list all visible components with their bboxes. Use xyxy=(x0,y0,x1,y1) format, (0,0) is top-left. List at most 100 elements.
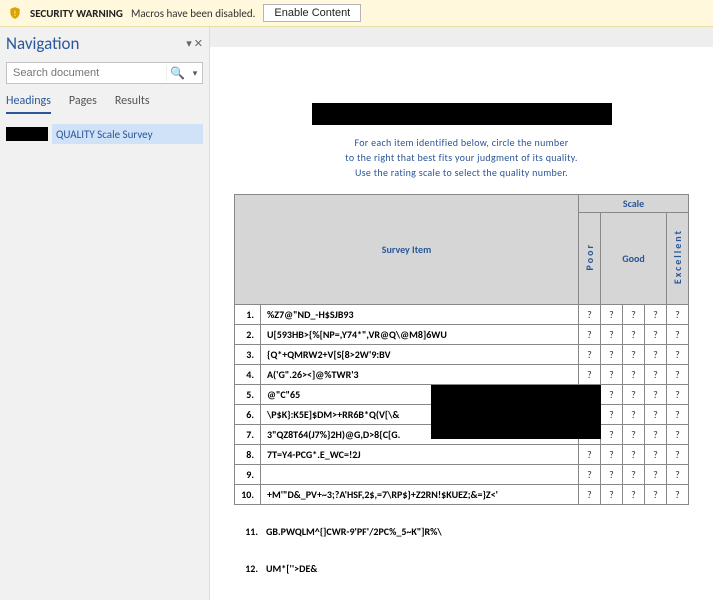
table-row: 6.\P$K}:K5E]$DM>+RR6B*Q(V[\&????? xyxy=(235,405,689,425)
search-input-wrap[interactable]: 🔍 ▾ xyxy=(6,62,203,84)
scale-cell: ? xyxy=(578,365,600,385)
table-row: 4.A('G".26><]@%TWR'3????? xyxy=(235,365,689,385)
scale-cell: ? xyxy=(622,425,644,445)
scale-cell: ? xyxy=(666,425,688,445)
scale-cell: ? xyxy=(600,325,622,345)
scale-cell: ? xyxy=(600,485,622,505)
row-text: A('G".26><]@%TWR'3 xyxy=(261,365,579,385)
row-text xyxy=(261,465,579,485)
scale-cell: ? xyxy=(578,345,600,365)
row-number: 2. xyxy=(235,325,261,345)
document-area[interactable]: For each item identified below, circle t… xyxy=(210,27,713,600)
row-number: 11. xyxy=(234,525,258,538)
scale-cell: ? xyxy=(622,325,644,345)
scale-cell: ? xyxy=(622,365,644,385)
enable-content-button[interactable]: Enable Content xyxy=(263,4,361,22)
scale-cell: ? xyxy=(644,485,666,505)
search-dropdown-icon[interactable]: ▾ xyxy=(188,68,202,79)
table-row: 3.{Q*+QMRW2+V[S[8>2W'9:BV????? xyxy=(235,345,689,365)
scale-cell: ? xyxy=(600,445,622,465)
row-text: \P$K}:K5E]$DM>+RR6B*Q(V[\& xyxy=(261,405,579,425)
row-text: 7T=Y4-PCG*.E_WC=!2J xyxy=(261,445,579,465)
scale-cell: ? xyxy=(578,325,600,345)
row-text: {Q*+QMRW2+V[S[8>2W'9:BV xyxy=(261,345,579,365)
table-row: 8.7T=Y4-PCG*.E_WC=!2J????? xyxy=(235,445,689,465)
scale-cell: ? xyxy=(644,405,666,425)
scale-cell: ? xyxy=(622,445,644,465)
scale-cell: ? xyxy=(666,445,688,465)
row-number: 7. xyxy=(235,425,261,445)
row-text: %Z7@"ND_-H$SJB93 xyxy=(261,305,579,325)
nav-tabs: Headings Pages Results xyxy=(6,94,203,114)
scale-cell: ? xyxy=(666,365,688,385)
scale-cell: ? xyxy=(600,385,622,405)
security-message: Macros have been disabled. xyxy=(131,7,255,20)
table-row: 10.+M'"D&_PV+~3;?A'HSF,2$,=7\RP$}+Z2RN!$… xyxy=(235,485,689,505)
security-bar: ! SECURITY WARNING Macros have been disa… xyxy=(0,0,713,27)
scale-cell: ? xyxy=(666,405,688,425)
close-icon[interactable]: ✕ xyxy=(194,37,203,50)
col-good: Good xyxy=(600,213,666,305)
scale-cell: ? xyxy=(622,345,644,365)
row-number: 1. xyxy=(235,305,261,325)
scale-cell: ? xyxy=(600,345,622,365)
tab-pages[interactable]: Pages xyxy=(69,94,97,114)
scale-cell: ? xyxy=(578,465,600,485)
table-row: 1.%Z7@"ND_-H$SJB93????? xyxy=(235,305,689,325)
row-number: 5. xyxy=(235,385,261,405)
scale-cell: ? xyxy=(600,405,622,425)
navigation-pane: Navigation ▾ ✕ 🔍 ▾ Headings Pages Result… xyxy=(0,27,210,600)
survey-table: Survey Item Scale Poor Good Excellent 1.… xyxy=(234,194,689,505)
table-row: 2.U[593HB>{%[NP=,Y74*",VR@Q\@M8]6WU????? xyxy=(235,325,689,345)
scale-cell: ? xyxy=(644,465,666,485)
scale-cell: ? xyxy=(600,365,622,385)
tab-headings[interactable]: Headings xyxy=(6,94,51,114)
scale-cell: ? xyxy=(622,305,644,325)
navigation-title: Navigation xyxy=(6,33,79,54)
scale-cell: ? xyxy=(644,365,666,385)
scale-cell: ? xyxy=(644,345,666,365)
row-text: UM*[''>DE& xyxy=(266,562,317,575)
row-text: 3"QZ8T64(J7%}2H)@G,D>8{C[G. xyxy=(261,425,579,445)
nav-options-icon[interactable]: ▾ xyxy=(186,37,192,50)
redacted-block xyxy=(6,127,48,141)
col-poor: Poor xyxy=(578,213,600,305)
scale-cell: ? xyxy=(666,485,688,505)
row-number: 12. xyxy=(234,562,258,575)
row-text: @"C"65 xyxy=(261,385,579,405)
scale-cell: ? xyxy=(622,405,644,425)
row-text: GB.PWQLM^{]CWR-9'PF'/2PC%_5~K"]R%\ xyxy=(266,525,442,538)
scale-cell: ? xyxy=(622,485,644,505)
row-text: +M'"D&_PV+~3;?A'HSF,2$,=7\RP$}+Z2RN!$KUE… xyxy=(261,485,579,505)
nav-heading-item[interactable]: QUALITY Scale Survey xyxy=(52,124,203,144)
svg-text:!: ! xyxy=(14,9,17,19)
scale-cell: ? xyxy=(600,465,622,485)
scale-cell: ? xyxy=(578,445,600,465)
table-row: 9.????? xyxy=(235,465,689,485)
scale-cell: ? xyxy=(644,425,666,445)
scale-cell: ? xyxy=(600,305,622,325)
row-number: 3. xyxy=(235,345,261,365)
instructions: For each item identified below, circle t… xyxy=(234,135,689,180)
row-number: 10. xyxy=(235,485,261,505)
row-text: U[593HB>{%[NP=,Y74*",VR@Q\@M8]6WU xyxy=(261,325,579,345)
row-number: 9. xyxy=(235,465,261,485)
security-title: SECURITY WARNING xyxy=(30,7,123,20)
nav-tree: QUALITY Scale Survey xyxy=(6,124,203,144)
col-survey-item: Survey Item xyxy=(235,195,579,305)
scale-cell: ? xyxy=(622,385,644,405)
scale-cell: ? xyxy=(666,385,688,405)
scale-cell: ? xyxy=(644,385,666,405)
list-item: 11. GB.PWQLM^{]CWR-9'PF'/2PC%_5~K"]R%\ xyxy=(234,525,689,538)
scale-cell: ? xyxy=(622,465,644,485)
search-input[interactable] xyxy=(7,67,166,79)
table-row: 5.@"C"65????? xyxy=(235,385,689,405)
tab-results[interactable]: Results xyxy=(115,94,150,114)
after-table-items: 11. GB.PWQLM^{]CWR-9'PF'/2PC%_5~K"]R%\ 12.… xyxy=(234,525,689,575)
col-excellent: Excellent xyxy=(666,213,688,305)
scale-cell: ? xyxy=(666,465,688,485)
scale-cell: ? xyxy=(578,305,600,325)
row-number: 8. xyxy=(235,445,261,465)
search-icon[interactable]: 🔍 xyxy=(166,66,188,81)
scale-cell: ? xyxy=(644,445,666,465)
